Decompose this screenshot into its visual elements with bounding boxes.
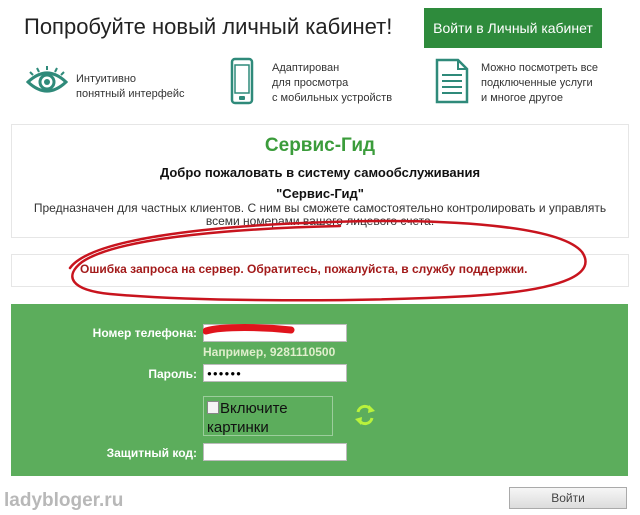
eye-icon	[26, 66, 68, 96]
submit-button[interactable]: Войти	[509, 487, 627, 509]
error-message: Ошибка запроса на сервер. Обратитесь, по…	[80, 262, 528, 276]
new-cabinet-login-button[interactable]: Войти в Личный кабинет	[424, 8, 602, 48]
service-description: Предназначен для частных клиентов. С ним…	[33, 201, 607, 228]
service-name: "Сервис-Гид"	[276, 186, 364, 201]
password-label: Пароль:	[148, 367, 197, 381]
welcome-text: Добро пожаловать в систему самообслужива…	[159, 165, 481, 180]
phone-redaction-mark	[203, 324, 295, 335]
document-icon	[435, 58, 469, 104]
service-title: Сервис-Гид	[264, 135, 376, 156]
phone-icon	[230, 57, 254, 105]
phone-label: Номер телефона:	[92, 326, 197, 340]
feature-text-interface: Интуитивно понятный интерфейс	[76, 73, 185, 100]
password-input[interactable]	[203, 364, 347, 382]
broken-image-icon	[207, 401, 219, 414]
captcha-alt-text: Включите картинки	[207, 400, 288, 436]
feature-text-services: Можно посмотреть все подключенные услуги…	[481, 62, 598, 104]
watermark-text: ladybloger.ru	[4, 490, 124, 511]
security-code-label: Защитный код:	[106, 446, 197, 460]
promo-title: Попробуйте новый личный кабинет!	[24, 14, 393, 39]
refresh-captcha-icon[interactable]	[354, 402, 376, 433]
feature-text-mobile: Адаптирован для просмотра с мобильных ус…	[272, 62, 393, 104]
security-code-input[interactable]	[203, 443, 347, 461]
captcha-image: Включите картинки	[203, 396, 333, 436]
service-info-box: Сервис-Гид Добро пожаловать в систему са…	[11, 124, 629, 238]
phone-hint: Например, 9281110500	[203, 345, 336, 359]
